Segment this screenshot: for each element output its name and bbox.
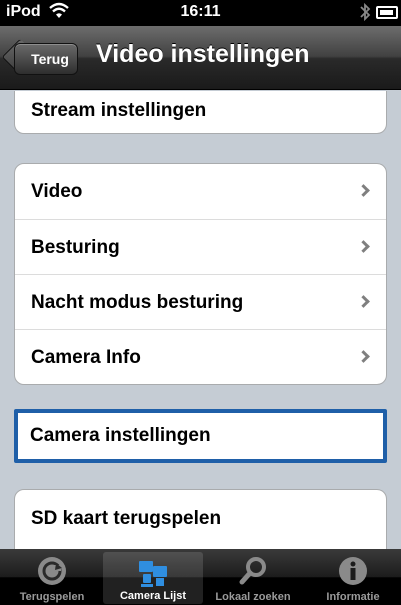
settings-list[interactable]: Stream instellingen Video Besturing Nach…: [0, 91, 401, 549]
clock: 16:11: [180, 3, 221, 20]
list-item-label: Video: [31, 181, 83, 202]
stream-settings-label: Stream instellingen: [31, 100, 207, 121]
stream-settings-group: Stream instellingen: [14, 91, 387, 134]
tab-lokaal-zoeken[interactable]: Lokaal zoeken: [203, 549, 303, 605]
bluetooth-icon: [360, 2, 371, 22]
tab-label: Terugspelen: [19, 591, 85, 603]
info-icon: [339, 557, 367, 585]
sd-playback-group: SD kaart terugspelen: [14, 489, 387, 549]
list-item-label: Nacht modus besturing: [31, 292, 244, 313]
status-bar: iPod 16:11: [0, 0, 401, 26]
sd-playback-label: SD kaart terugspelen: [31, 508, 222, 529]
tab-terugspelen[interactable]: Terugspelen: [2, 549, 102, 605]
playback-icon: [38, 557, 66, 585]
tab-informatie[interactable]: Informatie: [303, 549, 401, 605]
tab-label: Camera Lijst: [119, 590, 187, 602]
tab-label: Lokaal zoeken: [215, 591, 291, 603]
list-item-label: Camera Info: [31, 347, 141, 368]
list-item-video[interactable]: Video: [15, 164, 386, 219]
camera-settings-row[interactable]: Camera instellingen: [18, 413, 383, 459]
chevron-right-icon: [357, 350, 370, 363]
battery-icon: [376, 6, 398, 19]
search-icon: [239, 557, 266, 585]
navigation-bar: Terug Video instellingen: [0, 26, 401, 90]
page-title: Video instellingen: [96, 40, 310, 68]
camera-list-icon: [139, 561, 167, 587]
sd-playback-item[interactable]: SD kaart terugspelen: [15, 490, 386, 545]
chevron-right-icon: [357, 184, 370, 197]
list-item-label: Besturing: [31, 237, 120, 258]
chevron-right-icon: [357, 240, 370, 253]
list-item-camera-info[interactable]: Camera Info: [15, 329, 386, 384]
back-button[interactable]: Terug: [14, 43, 78, 75]
tab-camera-lijst[interactable]: Camera Lijst: [103, 552, 203, 604]
stream-settings-item[interactable]: Stream instellingen: [15, 91, 386, 133]
tab-label: Informatie: [326, 591, 380, 603]
video-settings-group: Video Besturing Nacht modus besturing Ca…: [14, 163, 387, 385]
list-item-besturing[interactable]: Besturing: [15, 219, 386, 274]
tab-bar: Terugspelen Camera Lijst Lokaal zoeken I…: [0, 549, 401, 605]
list-item-nacht-modus[interactable]: Nacht modus besturing: [15, 274, 386, 329]
camera-settings-label: Camera instellingen: [30, 425, 211, 446]
chevron-right-icon: [357, 295, 370, 308]
camera-settings-item[interactable]: Camera instellingen: [14, 409, 387, 463]
